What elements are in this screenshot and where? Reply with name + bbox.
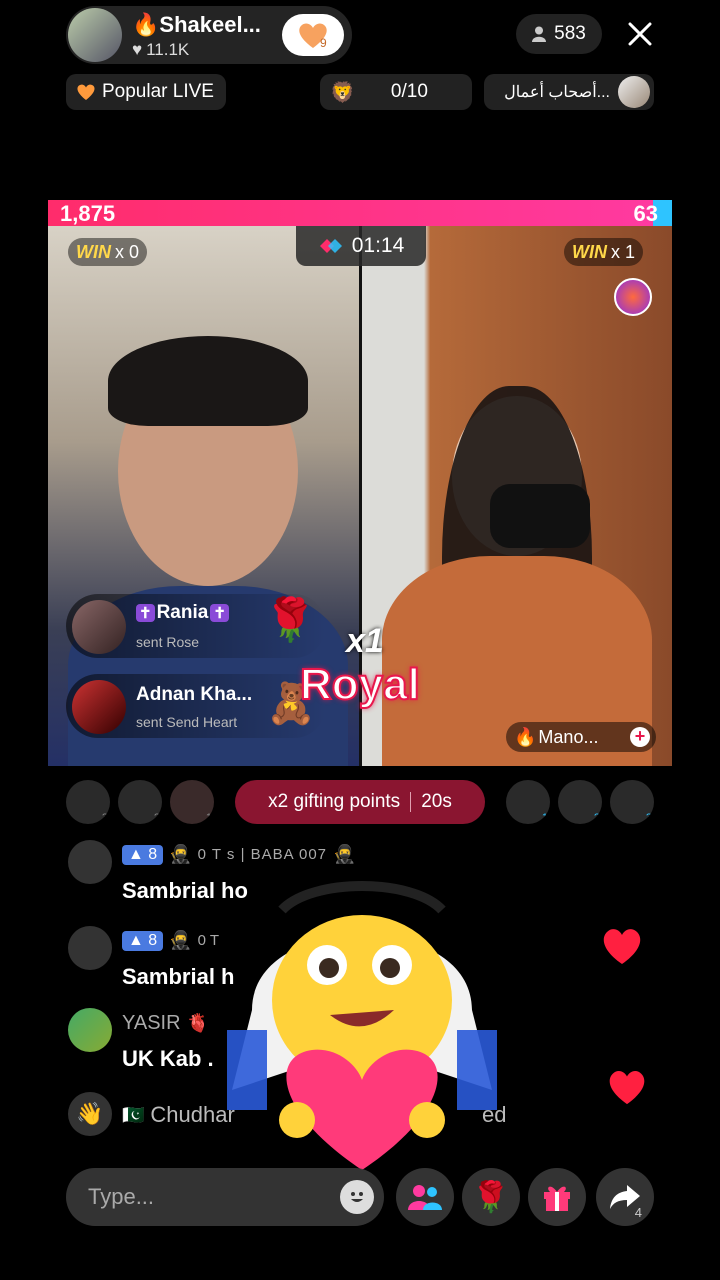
ninja-icon: 🥷 <box>169 844 192 864</box>
right-gift-badge-icon[interactable] <box>614 278 652 316</box>
pakistan-flag-icon: 🇵🇰 <box>122 1104 145 1125</box>
anatomical-heart-icon: 🫀 <box>186 1013 209 1033</box>
popular-live-tag[interactable]: Popular LIVE <box>66 74 226 110</box>
supporter-avatar[interactable]: 2 <box>558 780 602 824</box>
lion-icon: 🦁 <box>330 81 355 104</box>
floating-heart-icon <box>606 1068 648 1106</box>
host-likes: 11.1K <box>146 40 190 59</box>
level-badge: ▲ 8 <box>122 930 164 951</box>
battle-icon <box>319 239 342 253</box>
gift-icon <box>544 1186 570 1211</box>
fire-icon: 🔥 <box>132 12 160 37</box>
multi-guest-button[interactable] <box>396 1168 454 1226</box>
host-name: Shakeel... <box>159 12 261 37</box>
avatar[interactable] <box>68 1008 112 1052</box>
avatar[interactable] <box>68 926 112 970</box>
gift-button[interactable] <box>528 1168 586 1226</box>
rose-button[interactable]: 🌹 <box>462 1168 520 1226</box>
supporter-avatar[interactable]: 1 <box>506 780 550 824</box>
heart-icon <box>77 84 95 100</box>
heart-outline-icon: ♥ <box>132 40 143 59</box>
emoji-icon[interactable] <box>340 1180 374 1214</box>
fire-icon: 🔥 <box>514 726 537 747</box>
left-score: 1,875 <box>60 201 116 226</box>
gift-name: Royal <box>299 659 421 710</box>
supporter-avatar[interactable]: 2 <box>118 780 162 824</box>
battle-timer: 01:14 <box>296 226 426 266</box>
wave-hand-icon: 👋 <box>68 1092 112 1136</box>
cross-icon: ✝ <box>136 604 155 622</box>
level-badge: ▲ 8 <box>122 844 164 865</box>
right-supporters: 1 2 3 <box>506 780 654 824</box>
host-avatar[interactable] <box>68 8 122 62</box>
royal-mascot-gift-animation <box>212 870 512 1180</box>
goal-tag[interactable]: 🦁 0/10 <box>320 74 472 110</box>
rose-gift-icon: 🌹 <box>264 596 317 643</box>
ninja-icon: 🥷 <box>169 930 192 950</box>
avatar <box>72 680 126 734</box>
avatar <box>72 600 126 654</box>
floating-heart-icon <box>600 926 644 966</box>
supporter-avatar[interactable]: 1 <box>170 780 214 824</box>
comment-input[interactable]: Type... <box>66 1168 384 1226</box>
left-score-fill <box>48 200 654 226</box>
partner-avatar <box>618 76 650 108</box>
right-score: 63 <box>633 201 658 226</box>
right-host-label[interactable]: 🔥 Mano... + <box>506 722 656 752</box>
follow-badge: 9 <box>320 36 327 50</box>
left-supporters: 3 2 1 <box>66 780 214 824</box>
follow-button[interactable]: 9 <box>282 14 344 56</box>
gift-multiplier: x1 <box>346 622 384 660</box>
avatar[interactable] <box>68 840 112 884</box>
supporter-avatar[interactable]: 3 <box>610 780 654 824</box>
share-count: 4 <box>634 1205 642 1220</box>
left-win-badge: WIN x 0 <box>68 238 148 266</box>
supporter-avatar[interactable]: 3 <box>66 780 110 824</box>
boost-banner: x2 gifting points 20s <box>235 780 485 824</box>
close-icon[interactable] <box>624 18 656 50</box>
battle-score-bar: 1,875 63 <box>48 200 672 226</box>
people-icon <box>408 1185 442 1210</box>
right-win-badge: WIN x 1 <box>564 238 644 266</box>
cross-icon: ✝ <box>210 604 229 622</box>
rose-icon: 🌹 <box>472 1180 510 1214</box>
add-icon[interactable]: + <box>630 727 650 747</box>
partner-tag[interactable]: ...أصحاب أعمال <box>484 74 654 110</box>
viewer-count[interactable]: 583 <box>516 14 602 54</box>
host-card[interactable]: 🔥 Shakeel... ♥ 11.1K 9 <box>66 6 352 64</box>
ninja-icon: 🥷 <box>333 844 356 864</box>
person-icon <box>532 26 547 42</box>
share-button[interactable]: 4 <box>596 1168 654 1226</box>
